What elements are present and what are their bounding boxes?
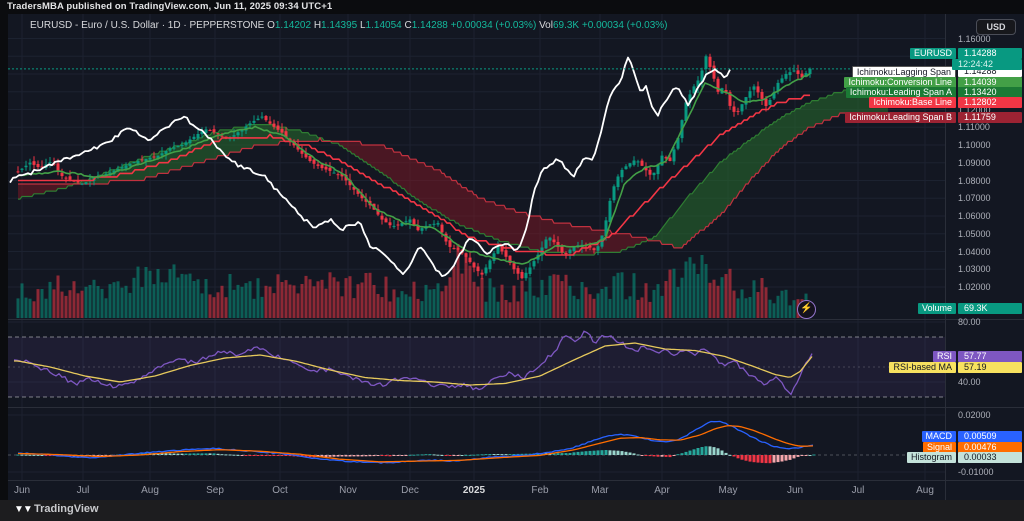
time-tick: May [719,485,738,496]
indicator-label-rsi: RSI 57.77 [933,351,1022,362]
ohlc-values: O1.14202 H1.14395 L1.14054 C1.14288 [267,20,448,31]
price-tick: 1.04000 [958,247,991,257]
price-tick: 1.05000 [958,229,991,239]
volume-value: 69.3K [553,20,579,31]
price-tick: 1.10000 [958,140,991,150]
time-tick: Dec [401,485,419,496]
volume-change: +0.00034 (+0.03%) [582,20,668,31]
tradingview-brand[interactable]: TradingView [34,503,99,515]
volume-key: Vol [539,20,553,31]
time-tick: Aug [141,485,159,496]
rsi-tick: 40.00 [958,377,981,387]
time-tick: Sep [206,485,224,496]
lightning-button[interactable]: ⚡ [797,300,816,319]
macd-tick: -0.01000 [958,467,994,477]
bar-countdown: 12:24:42 [952,59,1022,70]
change-value: +0.00034 (+0.03%) [451,20,537,31]
macd-tick: 0.02000 [958,410,991,420]
indicator-label-macd: MACD 0.00509 [922,431,1023,442]
price-tick: 1.08000 [958,176,991,186]
rsi-tick: 80.00 [958,317,981,327]
indicator-label-eurusd: EURUSD 1.14288 [910,48,1022,59]
indicator-label-ichimoku-base-line: Ichimoku:Base Line 1.12802 [869,97,1022,108]
time-tick: Jun [14,485,30,496]
time-tick: 2025 [463,485,485,496]
indicator-label-rsi-based-ma: RSI-based MA 57.19 [889,362,1022,373]
price-tick: 1.02000 [958,282,991,292]
time-tick: Oct [272,485,288,496]
price-tick: 1.11000 [958,122,990,132]
symbol-legend[interactable]: EURUSD - Euro / U.S. Dollar · 1D · PEPPE… [30,20,668,31]
price-tick: 1.06000 [958,211,991,221]
indicator-label-ichimoku-leading-span-b: Ichimoku:Leading Span B 1.11759 [845,112,1022,123]
time-tick: Apr [654,485,670,496]
rsi-pane [8,331,945,397]
time-tick: Nov [339,485,357,496]
indicator-label-histogram: Histogram 0.00033 [907,452,1022,463]
tradingview-screenshot: TradersMBA published on TradingView.com,… [0,0,1024,521]
footer-bar: ▼▼ TradingView [0,500,1024,521]
tradingview-logo-icon: ▼▼ [14,504,32,515]
time-tick: Jul [852,485,865,496]
price-tick: 1.03000 [958,264,991,274]
time-tick: Jul [77,485,90,496]
price-tick: 1.16000 [958,34,991,44]
price-tick: 1.07000 [958,193,991,203]
currency-toggle-button[interactable]: USD [976,19,1016,35]
price-tick: 1.09000 [958,158,991,168]
time-tick: Mar [591,485,608,496]
time-tick: Feb [531,485,548,496]
time-tick: Jun [787,485,803,496]
time-tick: Aug [916,485,934,496]
indicator-label-volume: Volume 69.3K [918,303,1022,314]
symbol-title: EURUSD - Euro / U.S. Dollar · 1D · PEPPE… [30,20,264,31]
